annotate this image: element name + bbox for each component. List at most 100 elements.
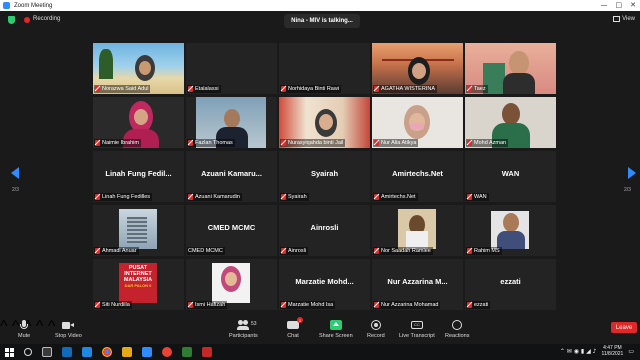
minimize-button[interactable]: —: [601, 1, 608, 9]
video-tile-azuani[interactable]: Azuani Kamaru... Azuani Kamarudin: [186, 151, 277, 202]
participant-face: [139, 61, 151, 75]
muted-mic-icon: [188, 302, 193, 308]
participant-name: Nur Alia Atikya: [381, 140, 417, 146]
video-tile-linah[interactable]: Linah Fung Fedil... Linah Fung Fedilles: [93, 151, 184, 202]
video-tile-fazlan[interactable]: Fazlan Thomas: [186, 97, 277, 148]
video-tile-nor-saadah[interactable]: Nor Saadah Ramlee: [372, 205, 463, 256]
live-transcript-button[interactable]: CC Live Transcript: [399, 320, 435, 339]
notification-icon[interactable]: ▭: [628, 348, 634, 355]
acrobat-icon[interactable]: [202, 347, 212, 357]
participant-name: Naimie Ibrahim: [102, 140, 139, 146]
participant-name: Azuani Kamarudin: [195, 194, 240, 200]
muted-mic-icon: [374, 86, 379, 92]
participant-name: Rahim MS: [474, 248, 500, 254]
video-tile-taez[interactable]: Taez: [465, 43, 556, 94]
chat-button[interactable]: 1 Chat: [287, 317, 303, 339]
page-indicator-left: 2/3: [12, 187, 19, 193]
participant-face: [134, 109, 148, 125]
search-icon[interactable]: [24, 348, 32, 356]
windows-start-icon[interactable]: [5, 347, 14, 357]
poster-line: DAR PALON 0: [124, 283, 152, 288]
video-tile-syairah[interactable]: Syairah Syairah: [279, 151, 370, 202]
clock[interactable]: 4:47 PM 11/8/2021: [601, 345, 623, 357]
participant-display-name: Syairah: [310, 169, 339, 178]
participant-display-name: Amirtechs.Net: [392, 169, 443, 178]
participant-face: [509, 51, 529, 75]
video-tile-nurasyiqah[interactable]: Nurasyiqahda binti Jail: [279, 97, 370, 148]
system-tray-icons[interactable]: ⌃ ✉ ◉ ▮ ◢ ♪: [560, 348, 597, 355]
participant-name: Etalalassi: [195, 86, 219, 92]
video-tile-norazwa[interactable]: Norazwa Said Adul: [93, 43, 184, 94]
muted-mic-icon: [95, 140, 100, 146]
participant-name: AGATHA WISTERINA: [381, 86, 435, 92]
participant-name: Nurasyiqahda binti Jail: [288, 140, 344, 146]
close-button[interactable]: ✕: [630, 1, 636, 9]
video-tile-agatha[interactable]: AGATHA WISTERINA: [372, 43, 463, 94]
security-shield-icon[interactable]: [8, 16, 15, 24]
next-page-arrow-icon[interactable]: [628, 167, 636, 179]
participant-face: [224, 109, 240, 128]
grid-view-icon: [613, 16, 621, 22]
chat-unread-badge: 1: [297, 317, 303, 323]
video-tile-ezzati[interactable]: ezzati ezzati: [465, 259, 556, 310]
participant-display-name: Linah Fung Fedil...: [105, 169, 172, 178]
video-tile-norhidaya[interactable]: Norhidaya Binti Rawi: [279, 43, 370, 94]
file-explorer-icon[interactable]: [122, 347, 132, 357]
chat-bubble-icon: 1: [287, 317, 303, 331]
participant-name: CMED MCMC: [188, 248, 223, 254]
video-tile-mohd-azman[interactable]: Mohd Azman: [465, 97, 556, 148]
view-button[interactable]: View: [613, 16, 635, 22]
zoom-app-icon: [3, 2, 10, 9]
share-screen-icon: [329, 320, 342, 331]
video-tile-nur-alia[interactable]: Nur Alia Atikya: [372, 97, 463, 148]
video-tile-siti[interactable]: PUSAT INTERNET MALAYSIA DAR PALON 0 Siti…: [93, 259, 184, 310]
participant-name: Marzatie Mohd Isa: [288, 302, 334, 308]
muted-mic-icon: [467, 248, 472, 254]
muted-mic-icon: [95, 86, 100, 92]
video-tile-nur-azzarina[interactable]: Nur Azzarina M... Nur Azzarina Mohamad: [372, 259, 463, 310]
mute-button[interactable]: Mute: [18, 320, 30, 339]
reactions-button[interactable]: Reactions: [445, 320, 469, 339]
zoom-taskbar-icon[interactable]: [142, 347, 152, 357]
chrome-profile-icon[interactable]: [162, 347, 172, 357]
chat-label: Chat: [287, 333, 299, 339]
muted-mic-icon: [281, 302, 286, 308]
video-tile-naimie[interactable]: Naimie Ibrahim: [93, 97, 184, 148]
reactions-label: Reactions: [445, 333, 470, 339]
participants-label: Participants: [229, 333, 258, 339]
palm-tree-image: [99, 49, 113, 79]
video-tile-amirtechs[interactable]: Amirtechs.Net Amirtechs.Net: [372, 151, 463, 202]
previous-page-arrow-icon[interactable]: [11, 167, 19, 179]
video-tile-ahmadi[interactable]: Ahmadi Anuar: [93, 205, 184, 256]
stop-video-label: Stop Video: [55, 333, 82, 339]
muted-mic-icon: [467, 302, 472, 308]
share-options-chevron-icon[interactable]: ^: [36, 318, 44, 335]
participant-name: Norhidaya Binti Rawi: [288, 86, 340, 92]
excel-icon[interactable]: [182, 347, 192, 357]
video-tile-rahim[interactable]: Rahim MS: [465, 205, 556, 256]
record-button[interactable]: Record: [367, 320, 385, 339]
muted-mic-icon: [374, 140, 379, 146]
participant-name: Syairah: [288, 194, 307, 200]
task-view-icon[interactable]: [42, 347, 52, 357]
video-tile-etalalassi[interactable]: Etalalassi: [186, 43, 277, 94]
participant-display-name: Azuani Kamaru...: [201, 169, 262, 178]
participant-name: Norazwa Said Adul: [102, 86, 149, 92]
meeting-top-bar: Recording Nina - MIV is talking... View: [0, 11, 640, 31]
video-tile-wan[interactable]: WAN WAN: [465, 151, 556, 202]
chrome-icon[interactable]: [102, 347, 112, 357]
video-tile-marzatie[interactable]: Marzatie Mohd... Marzatie Mohd Isa: [279, 259, 370, 310]
video-tile-ainrosli[interactable]: Ainrosli Ainrosli: [279, 205, 370, 256]
video-tile-cmed[interactable]: CMED MCMC CMED MCMC: [186, 205, 277, 256]
outlook-icon[interactable]: [62, 347, 72, 357]
muted-mic-icon: [95, 248, 100, 254]
participant-face: [412, 63, 426, 79]
edge-browser-icon[interactable]: [82, 347, 92, 357]
video-tile-ismi[interactable]: Ismi Hafizah: [186, 259, 277, 310]
share-screen-button[interactable]: Share Screen: [319, 320, 353, 339]
audio-options-chevron-icon[interactable]: ^: [0, 318, 8, 335]
leave-meeting-button[interactable]: Leave: [611, 322, 637, 333]
stop-video-button[interactable]: Stop Video: [55, 320, 82, 339]
window-title: Zoom Meeting: [14, 2, 53, 9]
maximize-button[interactable]: □: [616, 1, 623, 9]
